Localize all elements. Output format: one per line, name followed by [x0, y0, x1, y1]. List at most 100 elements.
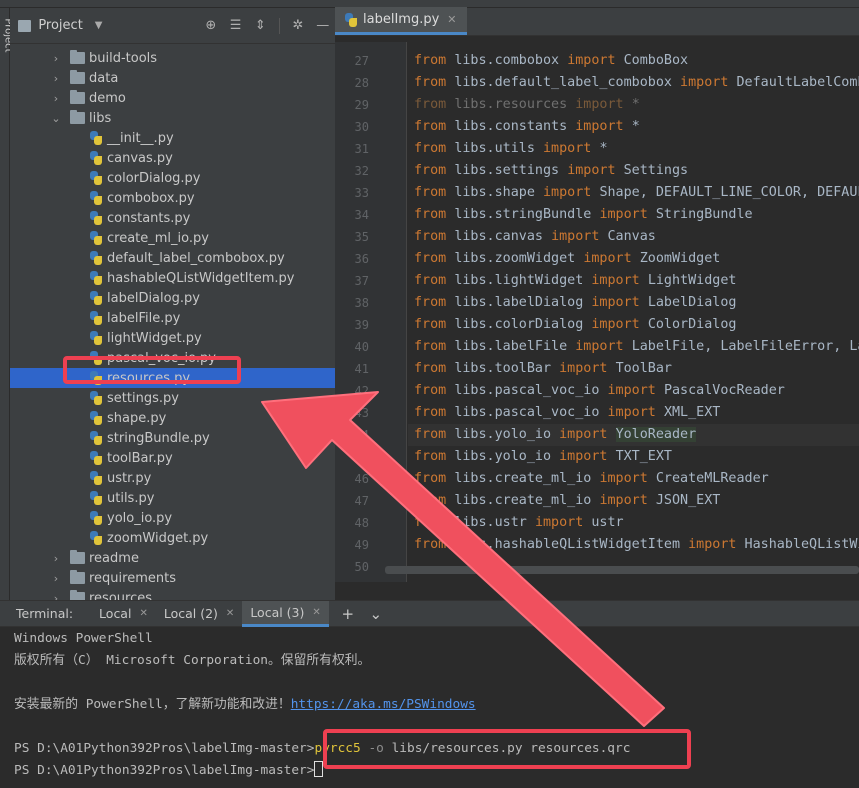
tree-folder[interactable]: › build-tools	[10, 48, 335, 68]
chevron-right-icon[interactable]: ›	[50, 92, 62, 105]
chevron-down-icon[interactable]: ⌄	[50, 112, 62, 125]
tree-item-label: toolBar.py	[107, 450, 173, 466]
chevron-down-icon[interactable]: ▼	[95, 20, 103, 31]
line-number: 44	[354, 428, 369, 442]
code-line: from libs.colorDialog import ColorDialog	[414, 317, 737, 332]
tree-item-label: demo	[89, 90, 126, 106]
tree-file[interactable]: hashableQListWidgetItem.py	[10, 268, 335, 288]
line-number: 47	[354, 494, 369, 508]
python-file-icon	[90, 231, 102, 245]
tree-file[interactable]: stringBundle.py	[10, 428, 335, 448]
chevron-right-icon[interactable]: ›	[50, 52, 62, 65]
terminal-tab-local[interactable]: Local ✕	[91, 601, 156, 627]
tree-item-label: libs	[89, 110, 112, 126]
chevron-right-icon[interactable]: ›	[50, 72, 62, 85]
folder-icon	[70, 550, 85, 564]
tree-file[interactable]: utils.py	[10, 488, 335, 508]
chevron-right-icon[interactable]: ›	[50, 572, 62, 585]
terminal-tab-local-2[interactable]: Local (2) ✕	[156, 601, 242, 627]
tree-file[interactable]: labelDialog.py	[10, 288, 335, 308]
tree-file[interactable]: toolBar.py	[10, 448, 335, 468]
tree-folder[interactable]: › requirements	[10, 568, 335, 588]
line-number-gutter: 27 28 29 30 31 32 33 34 35 36 37 38 39 40 41 42 43 44 45 46…	[335, 42, 407, 582]
expand-all-icon[interactable]: ⇕	[248, 18, 273, 33]
project-folder-icon	[18, 19, 32, 32]
python-file-icon	[90, 331, 102, 345]
tree-file[interactable]: colorDialog.py	[10, 168, 335, 188]
tree-file[interactable]: settings.py	[10, 388, 335, 408]
line-number: 35	[354, 230, 369, 244]
tree-item-label: create_ml_io.py	[107, 230, 209, 246]
line-number: 38	[354, 296, 369, 310]
python-file-icon	[90, 471, 102, 485]
tree-item-label: requirements	[89, 570, 176, 586]
gear-icon[interactable]: ✲	[286, 18, 311, 33]
editor-horizontal-scrollbar[interactable]	[385, 566, 859, 574]
tree-file[interactable]: constants.py	[10, 208, 335, 228]
code-line: from libs.resources import *	[414, 97, 640, 112]
code-line: from libs.create_ml_io import CreateMLRe…	[414, 471, 769, 486]
chevron-right-icon[interactable]: ›	[50, 552, 62, 565]
line-number: 28	[354, 76, 369, 90]
tree-file[interactable]: ustr.py	[10, 468, 335, 488]
tab-labelimg[interactable]: labelImg.py ✕	[335, 7, 467, 35]
plus-icon[interactable]: +	[339, 605, 357, 623]
tree-file[interactable]: create_ml_io.py	[10, 228, 335, 248]
code-line: from libs.utils import *	[414, 141, 608, 156]
tree-folder[interactable]: › readme	[10, 548, 335, 568]
line-number: 40	[354, 340, 369, 354]
python-file-icon	[90, 271, 102, 285]
tree-file[interactable]: labelFile.py	[10, 308, 335, 328]
highlight-box-resources	[63, 356, 241, 384]
tree-item-label: lightWidget.py	[107, 330, 202, 346]
tree-item-label: readme	[89, 550, 139, 566]
close-icon[interactable]: ✕	[226, 608, 234, 619]
terminal-tab-local-3[interactable]: Local (3) ✕	[242, 600, 329, 627]
tree-item-label: hashableQListWidgetItem.py	[107, 270, 295, 286]
folder-icon	[70, 110, 85, 124]
code-area[interactable]: from libs.combobox import ComboBox from l…	[408, 42, 859, 582]
line-number: 49	[354, 538, 369, 552]
tree-file[interactable]: lightWidget.py	[10, 328, 335, 348]
editor-tab-bar: labelImg.py ✕	[335, 7, 859, 36]
collapse-all-icon[interactable]: ☰	[223, 18, 248, 33]
code-line: from libs.labelDialog import LabelDialog	[414, 295, 737, 310]
project-panel-header: Project ▼ ⊕ ☰ ⇕ ✲ —	[10, 8, 335, 44]
line-number: 32	[354, 164, 369, 178]
line-number: 31	[354, 142, 369, 156]
tree-item-label: build-tools	[89, 50, 158, 66]
tree-file[interactable]: zoomWidget.py	[10, 528, 335, 548]
tree-file[interactable]: shape.py	[10, 408, 335, 428]
powershell-link[interactable]: https://aka.ms/PSWindows	[291, 697, 476, 712]
tree-item-label: settings.py	[107, 390, 179, 406]
tree-file[interactable]: __init__.py	[10, 128, 335, 148]
python-file-icon	[90, 411, 102, 425]
tree-folder[interactable]: ⌄ libs	[10, 108, 335, 128]
close-icon[interactable]: ✕	[139, 608, 147, 619]
python-file-icon	[90, 431, 102, 445]
terminal-line: 安装最新的 PowerShell，了解新功能和改进！https://aka.ms…	[14, 697, 476, 712]
code-line: from libs.zoomWidget import ZoomWidget	[414, 251, 721, 266]
tree-item-label: default_label_combobox.py	[107, 250, 285, 266]
close-icon[interactable]: ✕	[312, 607, 320, 618]
locate-file-icon[interactable]: ⊕	[199, 18, 224, 33]
python-file-icon	[90, 151, 102, 165]
line-number: 29	[354, 98, 369, 112]
tree-folder[interactable]: › data	[10, 68, 335, 88]
tree-file[interactable]: yolo_io.py	[10, 508, 335, 528]
close-icon[interactable]: ✕	[447, 13, 456, 26]
tree-folder[interactable]: › demo	[10, 88, 335, 108]
folder-icon	[70, 90, 85, 104]
tree-file[interactable]: combobox.py	[10, 188, 335, 208]
python-file-icon	[345, 12, 357, 27]
tree-item-label: colorDialog.py	[107, 170, 201, 186]
tree-file[interactable]: canvas.py	[10, 148, 335, 168]
line-number: 48	[354, 516, 369, 530]
code-line: from libs.combobox import ComboBox	[414, 53, 689, 68]
minimize-icon[interactable]: —	[310, 18, 335, 33]
project-panel-title[interactable]: Project	[38, 18, 82, 33]
line-number: 50	[354, 560, 369, 574]
chevron-down-icon[interactable]: ⌄	[367, 605, 385, 623]
tree-item-label: labelFile.py	[107, 310, 181, 326]
tree-file[interactable]: default_label_combobox.py	[10, 248, 335, 268]
